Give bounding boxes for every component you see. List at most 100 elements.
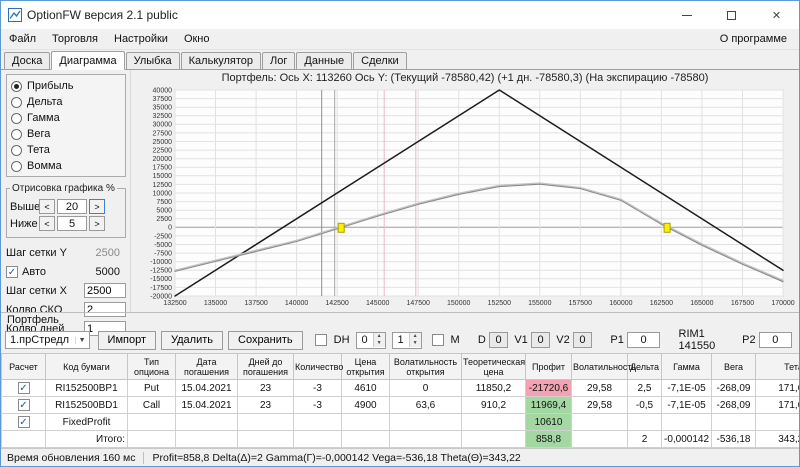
m-checkbox[interactable] bbox=[432, 334, 444, 346]
p2-label: P2 bbox=[742, 334, 755, 346]
above-increment-button[interactable]: > bbox=[89, 199, 105, 214]
tab-2[interactable]: Диаграмма bbox=[51, 51, 124, 70]
p1-value[interactable]: 0 bbox=[627, 332, 660, 348]
plot-mode-option-2[interactable]: Дельта bbox=[11, 94, 123, 110]
cell-4-12: -0,000142 bbox=[662, 431, 712, 448]
d-value[interactable]: 0 bbox=[489, 332, 508, 348]
spin-up-icon[interactable]: ▲ bbox=[410, 333, 421, 340]
minimize-button[interactable] bbox=[664, 1, 709, 29]
row-checkbox[interactable]: ✓ bbox=[18, 399, 30, 411]
column-header-5[interactable]: Дней до погашения bbox=[238, 354, 294, 380]
column-header-3[interactable]: Тип опциона bbox=[128, 354, 176, 380]
status-bar: Время обновления 160 мс Profit=858,8 Del… bbox=[1, 448, 799, 466]
tab-1[interactable]: Доска bbox=[4, 52, 50, 69]
column-header-7[interactable]: Цена открытия bbox=[342, 354, 390, 380]
column-header-4[interactable]: Дата погашения bbox=[176, 354, 238, 380]
column-header-2[interactable]: Код бумаги bbox=[46, 354, 128, 380]
p2-value[interactable]: 0 bbox=[759, 332, 792, 348]
below-increment-button[interactable]: > bbox=[89, 216, 105, 231]
v2-value[interactable]: 0 bbox=[573, 332, 592, 348]
tab-3[interactable]: Улыбка bbox=[126, 52, 180, 69]
tab-6[interactable]: Данные bbox=[296, 52, 352, 69]
maximize-button[interactable] bbox=[709, 1, 754, 29]
v1-value[interactable]: 0 bbox=[531, 332, 550, 348]
dh-spinner-1[interactable]: 0 ▲▼ bbox=[356, 332, 386, 349]
svg-text:155000: 155000 bbox=[528, 300, 551, 307]
app-window: OptionFW версия 2.1 public ✕ ФайлТорговл… bbox=[0, 0, 800, 467]
cell-4-10 bbox=[572, 431, 628, 448]
svg-text:-7500: -7500 bbox=[154, 251, 172, 258]
portfolio-select[interactable]: 1.прСтредл ▼ bbox=[5, 331, 90, 349]
chart-area: Портфель: Ось X: 113260 Ось Y: (Текущий … bbox=[131, 70, 799, 312]
below-decrement-button[interactable]: < bbox=[39, 216, 55, 231]
cell-4-11: 2 bbox=[628, 431, 662, 448]
above-value[interactable]: 20 bbox=[57, 199, 87, 214]
radio-label: Тета bbox=[27, 144, 50, 156]
close-button[interactable]: ✕ bbox=[754, 1, 799, 29]
menu-item-3[interactable]: Настройки bbox=[106, 30, 176, 48]
radio-icon[interactable] bbox=[11, 113, 22, 124]
menu-item-2[interactable]: Торговля bbox=[44, 30, 106, 48]
radio-icon[interactable] bbox=[11, 161, 22, 172]
table-row: ✓RI152500BP1Put15.04.202123-34610011850,… bbox=[2, 380, 800, 397]
tab-strip: ДоскаДиаграммаУлыбкаКалькуляторЛогДанные… bbox=[1, 50, 799, 70]
column-header-14[interactable]: Вега bbox=[712, 354, 756, 380]
svg-text:165000: 165000 bbox=[690, 300, 713, 307]
row-checkbox[interactable]: ✓ bbox=[18, 416, 30, 428]
svg-text:7500: 7500 bbox=[156, 199, 172, 206]
svg-text:15000: 15000 bbox=[153, 173, 173, 180]
column-header-13[interactable]: Гамма bbox=[662, 354, 712, 380]
tab-5[interactable]: Лог bbox=[262, 52, 295, 69]
column-header-15[interactable]: Тета bbox=[756, 354, 800, 380]
draw-percent-title: Отрисовка графика % bbox=[10, 183, 117, 194]
plot-mode-option-5[interactable]: Тета bbox=[11, 142, 123, 158]
column-header-12[interactable]: Дельта bbox=[628, 354, 662, 380]
row-checkbox[interactable]: ✓ bbox=[18, 382, 30, 394]
grid-x-input[interactable] bbox=[84, 283, 126, 298]
menu-about[interactable]: О программе bbox=[712, 30, 795, 48]
dh-checkbox[interactable] bbox=[315, 334, 327, 346]
plot-mode-option-6[interactable]: Вомма bbox=[11, 158, 123, 174]
svg-text:10000: 10000 bbox=[153, 190, 173, 197]
column-header-6[interactable]: Количество bbox=[294, 354, 342, 380]
tab-4[interactable]: Калькулятор bbox=[181, 52, 261, 69]
save-button[interactable]: Сохранить bbox=[228, 331, 303, 350]
cell-3-10 bbox=[572, 414, 628, 431]
menu-item-4[interactable]: Окно bbox=[176, 30, 218, 48]
dh-spinner-2[interactable]: 1 ▲▼ bbox=[392, 332, 422, 349]
column-header-10[interactable]: Профит bbox=[526, 354, 572, 380]
plot-mode-option-1[interactable]: Прибыль bbox=[11, 78, 123, 94]
plot-mode-option-3[interactable]: Гамма bbox=[11, 110, 123, 126]
radio-icon[interactable] bbox=[11, 129, 22, 140]
spin-up-icon[interactable]: ▲ bbox=[374, 333, 385, 340]
radio-icon[interactable] bbox=[11, 81, 22, 92]
cell-2-8: 910,2 bbox=[462, 397, 526, 414]
cell-4-7 bbox=[390, 431, 462, 448]
above-decrement-button[interactable]: < bbox=[39, 199, 55, 214]
tab-7[interactable]: Сделки bbox=[353, 52, 407, 69]
table-row: ✓RI152500BD1Call15.04.202123-3490063,691… bbox=[2, 397, 800, 414]
delete-button[interactable]: Удалить bbox=[161, 331, 223, 350]
spin-down-icon[interactable]: ▼ bbox=[374, 340, 385, 347]
column-header-11[interactable]: Волатильность bbox=[572, 354, 628, 380]
svg-text:170000: 170000 bbox=[771, 300, 794, 307]
cell-1-7: 0 bbox=[390, 380, 462, 397]
column-header-1[interactable]: Расчет bbox=[2, 354, 46, 380]
auto-checkbox[interactable]: ✓ bbox=[6, 266, 18, 278]
column-header-9[interactable]: Теоретическая цена bbox=[462, 354, 526, 380]
menu-item-1[interactable]: Файл bbox=[1, 30, 44, 48]
column-header-8[interactable]: Волатильность открытия bbox=[390, 354, 462, 380]
v1-label: V1 bbox=[514, 334, 527, 346]
plot-mode-option-4[interactable]: Вега bbox=[11, 126, 123, 142]
below-value[interactable]: 5 bbox=[57, 216, 87, 231]
svg-text:167500: 167500 bbox=[731, 300, 754, 307]
p1-label: P1 bbox=[610, 334, 623, 346]
svg-text:35000: 35000 bbox=[153, 105, 173, 112]
import-button[interactable]: Импорт bbox=[98, 331, 156, 350]
radio-icon[interactable] bbox=[11, 145, 22, 156]
cell-1-5: -3 bbox=[294, 380, 342, 397]
cell-4-5 bbox=[294, 431, 342, 448]
plot-mode-group: ПрибыльДельтаГаммаВега Тета Вомма bbox=[6, 74, 126, 177]
spin-down-icon[interactable]: ▼ bbox=[410, 340, 421, 347]
radio-icon[interactable] bbox=[11, 97, 22, 108]
